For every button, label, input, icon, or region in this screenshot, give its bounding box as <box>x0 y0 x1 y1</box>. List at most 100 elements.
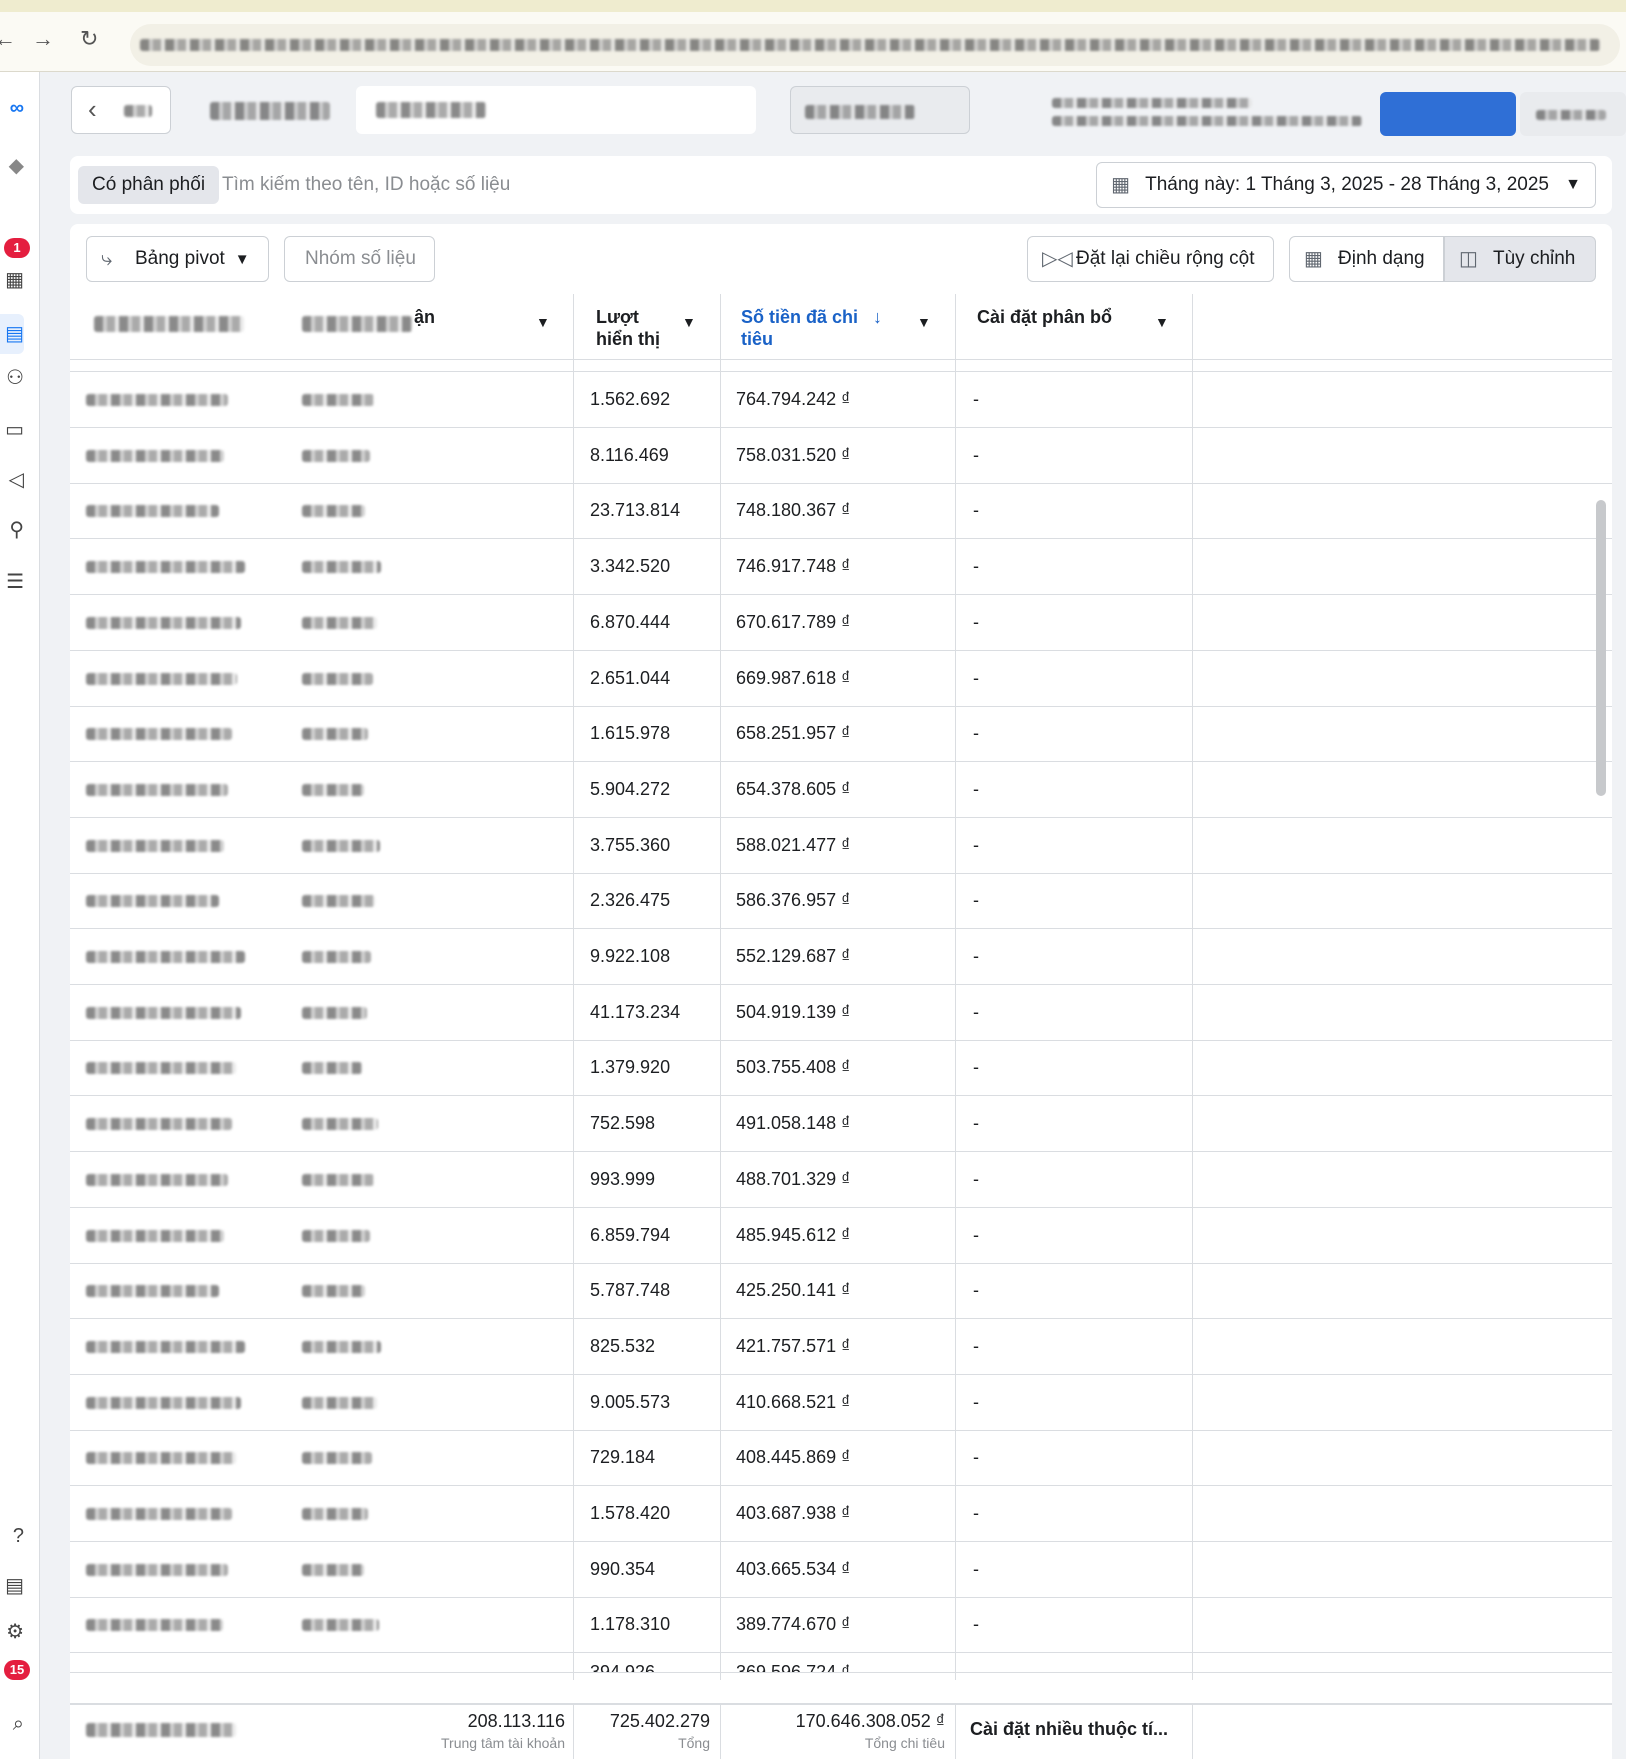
reports-icon[interactable]: ▤ <box>0 1574 24 1598</box>
ads-manager-icon[interactable]: ▤ <box>0 314 24 354</box>
impressions-cell: 6.859.794 <box>590 1225 671 1245</box>
attribution-total: Cài đặt nhiều thuộc tí... <box>970 1719 1168 1739</box>
pivot-table-button[interactable]: ⤷ Bảng pivot ▼ <box>86 236 269 282</box>
table-row[interactable]: 2.651.044 669.987.618 ₫ - <box>70 651 1612 707</box>
date-range-picker[interactable]: ▦ Tháng này: 1 Tháng 3, 2025 - 28 Tháng … <box>1096 162 1596 208</box>
menu-icon[interactable]: ☰ <box>0 570 24 594</box>
table-icon[interactable]: ▦ <box>0 268 24 292</box>
campaign-name[interactable] <box>86 450 224 462</box>
column-header-impressions[interactable]: Lượt hiển thị <box>596 294 696 360</box>
audience-icon[interactable]: ⚇ <box>0 366 24 390</box>
avatar-icon[interactable]: ◆ <box>0 154 24 178</box>
sort-menu-icon[interactable]: ▼ <box>536 314 550 330</box>
back-arrow-icon[interactable]: ← <box>0 26 16 52</box>
more-button[interactable] <box>1520 92 1626 136</box>
search-input[interactable] <box>222 166 922 204</box>
impressions-cell: 6.870.444 <box>590 612 671 632</box>
reset-column-width-button[interactable]: ▷◁ Đặt lại chiều rộng cột <box>1027 236 1274 282</box>
campaign-name[interactable] <box>86 1230 224 1242</box>
table-row[interactable]: 6.859.794 485.945.612 ₫ - <box>70 1208 1612 1264</box>
table-row[interactable]: 825.532 421.757.571 ₫ - <box>70 1319 1612 1375</box>
sort-menu-icon[interactable]: ▼ <box>682 314 696 330</box>
table-row[interactable]: 729.184 408.445.869 ₫ - <box>70 1430 1612 1486</box>
settings-icon[interactable]: ⚙ <box>0 1620 24 1644</box>
table-row[interactable]: 41.173.234 504.919.139 ₫ - <box>70 985 1612 1041</box>
table-row[interactable]: 752.598 491.058.148 ₫ - <box>70 1096 1612 1152</box>
table-row[interactable]: 4.161.336 773.944.665 ₫ <box>70 360 1612 372</box>
format-button[interactable]: ▦ Định dạng <box>1289 236 1444 282</box>
secondary-button[interactable] <box>790 86 970 134</box>
help-icon[interactable]: ? <box>0 1524 24 1548</box>
vertical-scrollbar[interactable] <box>1596 500 1606 796</box>
column-header-reach[interactable]: ận <box>302 294 632 360</box>
columns-icon: ◫ <box>1459 248 1478 270</box>
table-row[interactable]: 1.578.420 403.687.938 ₫ - <box>70 1486 1612 1542</box>
campaign-name[interactable] <box>86 1118 232 1130</box>
back-button[interactable]: ‹ <box>71 86 171 134</box>
delivery-filter-chip[interactable]: Có phân phối <box>78 166 220 204</box>
events-icon[interactable]: ⚲ <box>0 518 24 542</box>
table-row[interactable]: 3.755.360 588.021.477 ₫ - <box>70 818 1612 874</box>
metric-group-button[interactable]: Nhóm số liệu <box>284 236 435 282</box>
table-row[interactable]: 9.922.108 552.129.687 ₫ - <box>70 929 1612 985</box>
table-row[interactable]: 23.713.814 748.180.367 ₫ - <box>70 483 1612 539</box>
meta-logo-icon[interactable]: ∞ <box>0 96 24 120</box>
table-row[interactable]: 1.562.692 764.794.242 ₫ - <box>70 372 1612 428</box>
reach-value <box>302 784 364 796</box>
forward-arrow-icon[interactable]: → <box>32 26 54 52</box>
campaign-name[interactable] <box>86 561 245 573</box>
table-row[interactable]: 1.379.920 503.755.408 ₫ - <box>70 1040 1612 1096</box>
campaign-name[interactable] <box>86 1341 245 1353</box>
impressions-cell: 990.354 <box>590 1559 656 1579</box>
account-toolbar: ‹ <box>40 72 1626 150</box>
campaign-name[interactable] <box>86 728 232 740</box>
campaign-name[interactable] <box>86 1564 228 1576</box>
table-row[interactable]: 1.178.310 389.774.670 ₫ - <box>70 1597 1612 1653</box>
billing-icon[interactable]: ▭ <box>0 418 24 442</box>
table-row[interactable]: 9.005.573 410.668.521 ₫ - <box>70 1375 1612 1431</box>
table-row[interactable]: 2.326.475 586.376.957 ₫ - <box>70 873 1612 929</box>
account-selector[interactable] <box>356 86 756 134</box>
campaign-name[interactable] <box>86 394 228 406</box>
reach-total: 208.113.116 <box>467 1711 565 1731</box>
spend-cell: 654.378.605 ₫ <box>736 779 851 799</box>
address-bar[interactable] <box>130 24 1620 66</box>
campaign-name[interactable] <box>86 1619 223 1631</box>
table-row[interactable]: 990.354 403.665.534 ₫ - <box>70 1542 1612 1598</box>
table-row[interactable]: 8.116.469 758.031.520 ₫ - <box>70 428 1612 484</box>
table-row[interactable]: 1.615.978 658.251.957 ₫ - <box>70 706 1612 762</box>
table-row[interactable]: 993.999 488.701.329 ₫ - <box>70 1152 1612 1208</box>
sort-menu-icon[interactable]: ▼ <box>1155 314 1169 330</box>
sort-menu-icon[interactable]: ▼ <box>917 314 931 330</box>
campaign-name[interactable] <box>86 840 224 852</box>
table-row[interactable]: 3.342.520 746.917.748 ₫ - <box>70 539 1612 595</box>
campaign-name[interactable] <box>86 1397 241 1409</box>
campaign-name[interactable] <box>86 784 228 796</box>
campaign-name[interactable] <box>86 895 219 907</box>
campaign-name[interactable] <box>86 1285 219 1297</box>
campaign-name[interactable] <box>86 1174 228 1186</box>
customize-button[interactable]: ◫ Tùy chỉnh <box>1444 236 1596 282</box>
column-header-spend[interactable]: Số tiền đã chi ↓ tiêu <box>741 294 891 360</box>
table-row[interactable]: 5.787.748 425.250.141 ₫ - <box>70 1263 1612 1319</box>
column-header-name[interactable] <box>86 294 266 360</box>
impressions-cell: 8.116.469 <box>590 445 669 465</box>
campaign-name[interactable] <box>86 1452 236 1464</box>
campaign-name[interactable] <box>86 1007 241 1019</box>
search-icon[interactable]: ⌕ <box>0 1712 24 1736</box>
attribution-cell: - <box>973 500 979 520</box>
table-row[interactable]: 394.926 369.596.724 ₫ <box>70 1653 1612 1673</box>
attribution-cell: - <box>973 1336 979 1356</box>
primary-action-button[interactable] <box>1380 92 1516 136</box>
reload-icon[interactable]: ↻ <box>80 26 98 52</box>
campaign-name[interactable] <box>86 505 219 517</box>
campaign-name[interactable] <box>86 673 237 685</box>
table-row[interactable]: 5.904.272 654.378.605 ₫ - <box>70 762 1612 818</box>
column-header-attribution[interactable]: Cài đặt phân bổ <box>977 294 1157 360</box>
table-row[interactable]: 6.870.444 670.617.789 ₫ - <box>70 595 1612 651</box>
campaign-name[interactable] <box>86 1508 232 1520</box>
campaign-icon[interactable]: ◁ <box>0 468 24 492</box>
campaign-name[interactable] <box>86 617 241 629</box>
campaign-name[interactable] <box>86 951 245 963</box>
campaign-name[interactable] <box>86 1062 236 1074</box>
